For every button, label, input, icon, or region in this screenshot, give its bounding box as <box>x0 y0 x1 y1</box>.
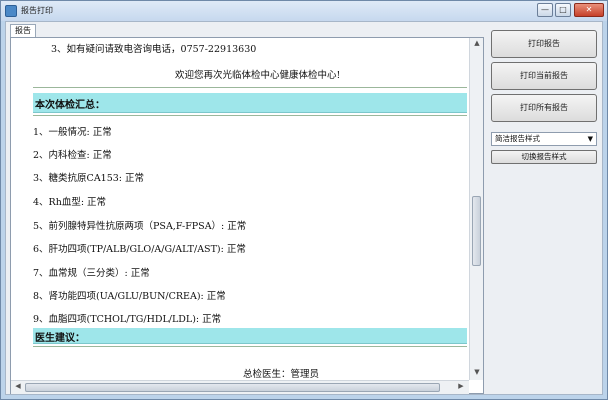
summary-item: 5、前列腺特异性抗原两项（PSA,F-FPSA）: 正常 <box>33 221 247 232</box>
summary-item: 8、肾功能四项(UA/GLU/BUN/CREA): 正常 <box>33 291 226 302</box>
summary-item: 2、内科检查: 正常 <box>33 150 112 161</box>
maximize-button[interactable]: □ <box>555 3 571 17</box>
title-bar[interactable]: 报告打印 — □ ✕ <box>1 1 607 21</box>
intro-note: 3、如有疑问请致电咨询电话，0757-22913630 <box>51 44 257 55</box>
scroll-right-icon[interactable]: ▶ <box>455 382 467 390</box>
report-style-select-value: 简洁报告样式 <box>495 134 540 143</box>
scroll-left-icon[interactable]: ◀ <box>12 382 24 390</box>
chevron-down-icon[interactable]: ▼ <box>588 133 593 145</box>
doctor-line: 总检医生：管理员 <box>243 369 320 380</box>
advice-header-label: 医生建议： <box>35 333 85 344</box>
horizontal-scrollbar[interactable]: ◀ ▶ <box>11 380 469 394</box>
summary-item: 1、一般情况: 正常 <box>33 127 112 138</box>
summary-item: 7、血常规（三分类）: 正常 <box>33 268 150 279</box>
print-current-report-button[interactable]: 打印当前报告 <box>491 62 597 90</box>
summary-header-label: 本次体检汇总： <box>35 100 105 111</box>
window-title: 报告打印 <box>21 6 53 15</box>
advice-section-header: 医生建议： <box>33 328 467 344</box>
print-all-reports-button[interactable]: 打印所有报告 <box>491 94 597 122</box>
tab-report[interactable]: 报告 <box>10 24 36 38</box>
welcome-text: 欢迎您再次光临体检中心健康体检中心! <box>175 70 341 81</box>
close-button[interactable]: ✕ <box>574 3 604 17</box>
client-area: 报告 3、如有疑问请致电咨询电话，0757-22913630 欢迎您再次光临体检… <box>5 21 603 395</box>
scroll-up-icon[interactable]: ▲ <box>471 39 483 47</box>
report-print-window: 报告打印 — □ ✕ 报告 3、如有疑问请致电咨询电话，0757-2291363… <box>0 0 608 400</box>
summary-item: 9、血脂四项(TCHOL/TG/HDL/LDL): 正常 <box>33 314 222 325</box>
divider <box>33 346 467 347</box>
summary-section-header: 本次体检汇总： <box>33 93 467 113</box>
divider <box>33 115 467 116</box>
summary-item: 6、肝功四项(TP/ALB/GLO/A/G/ALT/AST): 正常 <box>33 244 246 255</box>
vertical-scrollbar[interactable]: ▲ ▼ <box>469 38 483 380</box>
minimize-button[interactable]: — <box>537 3 553 17</box>
summary-item: 3、糖类抗原CA153: 正常 <box>33 173 145 184</box>
scroll-down-icon[interactable]: ▼ <box>471 368 483 376</box>
vertical-scroll-thumb[interactable] <box>472 196 481 266</box>
report-pane: 3、如有疑问请致电咨询电话，0757-22913630 欢迎您再次光临体检中心健… <box>10 37 484 394</box>
summary-item: 4、Rh血型: 正常 <box>33 197 107 208</box>
print-report-button[interactable]: 打印报告 <box>491 30 597 58</box>
switch-report-style-button[interactable]: 切换报告样式 <box>491 150 597 164</box>
horizontal-scroll-thumb[interactable] <box>25 383 440 392</box>
report-document: 3、如有疑问请致电咨询电话，0757-22913630 欢迎您再次光临体检中心健… <box>11 38 469 380</box>
divider <box>33 87 467 88</box>
app-icon <box>5 5 17 17</box>
report-style-select[interactable]: 简洁报告样式 ▼ <box>491 132 597 146</box>
